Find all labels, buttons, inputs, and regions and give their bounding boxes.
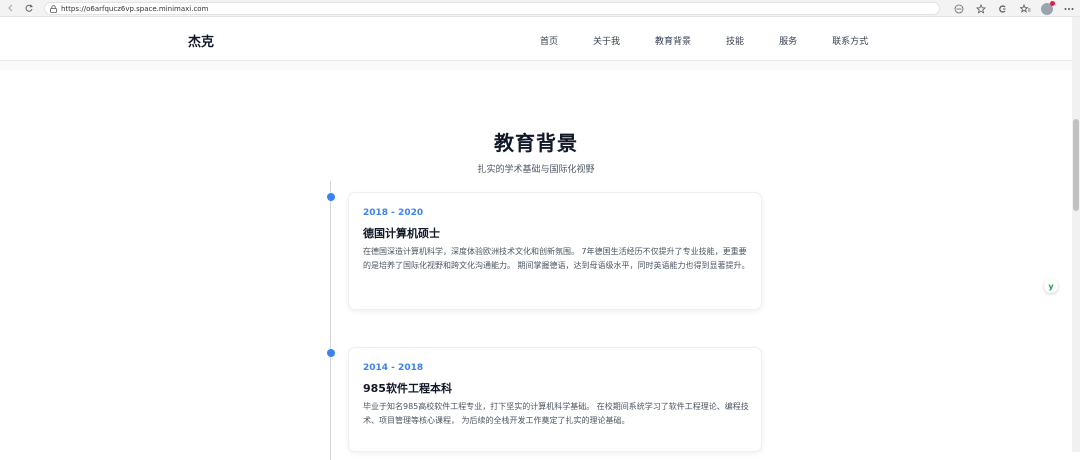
card-period: 2014 - 2018 — [363, 363, 424, 373]
floating-assistant-badge[interactable]: y — [1044, 279, 1058, 293]
timeline-card: 2014 - 2018 985软件工程本科 毕业于知名985高校软件工程专业，打… — [348, 347, 762, 452]
more-icon[interactable] — [1058, 0, 1080, 17]
nav-services[interactable]: 服务 — [779, 34, 797, 47]
site-header: 杰克 首页 关于我 教育背景 技能 服务 联系方式 — [0, 17, 1072, 61]
main-nav: 首页 关于我 教育背景 技能 服务 联系方式 — [540, 34, 868, 47]
lock-icon[interactable] — [49, 4, 57, 13]
reload-icon[interactable] — [22, 1, 36, 15]
scrollbar-thumb[interactable] — [1073, 119, 1079, 211]
page-content: 教育背景 扎实的学术基础与国际化视野 2018 - 2020 德国计算机硕士 在… — [0, 62, 1072, 460]
nav-home[interactable]: 首页 — [540, 34, 558, 47]
translate-icon[interactable] — [948, 0, 970, 17]
card-period: 2018 - 2020 — [363, 208, 424, 218]
browser-actions — [948, 0, 1080, 17]
section-title: 教育背景 — [494, 131, 578, 155]
collections-icon[interactable] — [1014, 0, 1036, 17]
timeline-line — [330, 181, 331, 460]
site-logo[interactable]: 杰克 — [188, 31, 214, 50]
nav-education[interactable]: 教育背景 — [655, 34, 691, 47]
extensions-icon[interactable] — [992, 0, 1014, 17]
nav-contact[interactable]: 联系方式 — [832, 34, 868, 47]
scrollbar[interactable] — [1072, 17, 1080, 452]
card-degree: 德国计算机硕士 — [363, 227, 440, 240]
timeline-dot — [327, 349, 335, 357]
timeline-card: 2018 - 2020 德国计算机硕士 在德国深造计算机科学，深度体验欧洲技术文… — [348, 192, 762, 310]
education-section: 教育背景 扎实的学术基础与国际化视野 2018 - 2020 德国计算机硕士 在… — [0, 70, 1072, 460]
nav-skills[interactable]: 技能 — [726, 34, 744, 47]
card-degree: 985软件工程本科 — [363, 382, 452, 395]
favorite-icon[interactable] — [970, 0, 992, 17]
timeline-dot — [327, 193, 335, 201]
browser-toolbar: https://o6arfqucz6vp.space.minimaxi.com — [0, 0, 1080, 17]
section-subtitle: 扎实的学术基础与国际化视野 — [477, 165, 595, 175]
card-description: 毕业于知名985高校软件工程专业，打下坚实的计算机科学基础。 在校期间系统学习了… — [363, 402, 749, 425]
profile-avatar[interactable] — [1036, 0, 1058, 17]
address-bar[interactable]: https://o6arfqucz6vp.space.minimaxi.com — [44, 2, 940, 15]
avatar[interactable] — [1041, 0, 1055, 15]
url-text[interactable]: https://o6arfqucz6vp.space.minimaxi.com — [61, 5, 208, 13]
back-icon[interactable] — [4, 1, 18, 15]
card-description: 在德国深造计算机科学，深度体验欧洲技术文化和创新氛围。 7年德国生活经历不仅提升… — [363, 247, 750, 270]
nav-about[interactable]: 关于我 — [593, 34, 620, 47]
